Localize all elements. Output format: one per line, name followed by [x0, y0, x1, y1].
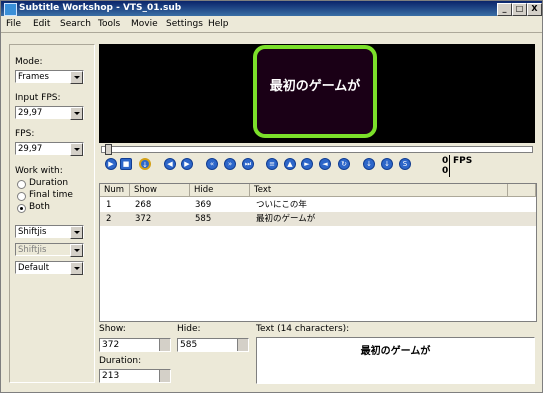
fps-current: 0 [442, 156, 449, 166]
video-frame-highlight: 最初のゲームが [253, 45, 377, 138]
maximize-button[interactable]: □ [512, 3, 527, 16]
download-button[interactable]: ↓ [139, 158, 151, 170]
cell-show: 372 [135, 214, 152, 224]
fps-total: 0 [442, 166, 449, 176]
sync-button[interactable]: ↻ [338, 158, 350, 170]
play-button[interactable]: ▶ [105, 158, 117, 170]
cell-text: ついにこの年 [256, 200, 307, 210]
cell-hide: 585 [195, 214, 212, 224]
spinner-icon[interactable] [237, 339, 248, 351]
title-bar[interactable]: Subtitle Workshop - VTS_01.sub _ □ X [1, 1, 542, 16]
app-icon [4, 3, 17, 16]
show-time-input[interactable]: 372 [99, 338, 171, 352]
input-fps-select[interactable]: 29,97 [15, 106, 84, 120]
set-show-button[interactable]: ↓ [363, 158, 375, 170]
menu-file[interactable]: File [6, 18, 21, 31]
charset-select-1[interactable]: Shiftjis [15, 225, 84, 239]
cell-num: 2 [106, 214, 112, 224]
fps-label: FPS [453, 156, 473, 166]
left-settings-panel: Mode: Frames Input FPS: 29,97 FPS: 29,97… [9, 44, 95, 383]
seek-thumb[interactable] [105, 144, 112, 155]
menu-search[interactable]: Search [60, 18, 91, 31]
chevron-down-icon [70, 244, 83, 257]
fps-select[interactable]: 29,97 [15, 142, 84, 156]
menu-edit[interactable]: Edit [33, 18, 50, 31]
spinner-icon[interactable] [159, 339, 170, 351]
cell-num: 1 [106, 200, 112, 210]
hide-time-input[interactable]: 585 [177, 338, 249, 352]
radio-both-label: Both [29, 202, 50, 212]
chevron-down-icon[interactable] [70, 262, 83, 275]
move-up-button[interactable]: ▲ [284, 158, 296, 170]
close-button[interactable]: X [527, 3, 542, 16]
cell-show: 268 [135, 200, 152, 210]
hide-label: Hide: [177, 324, 201, 334]
chevron-down-icon[interactable] [70, 226, 83, 239]
seek-bar[interactable] [101, 144, 533, 155]
fps-divider [449, 155, 450, 177]
work-with-label: Work with: [15, 166, 63, 176]
rewind-button[interactable]: « [206, 158, 218, 170]
menu-movie[interactable]: Movie [131, 18, 158, 31]
table-row-selected[interactable]: 2 372 585 最初のゲームが [100, 212, 536, 226]
window-title: Subtitle Workshop - VTS_01.sub [19, 3, 182, 13]
chevron-down-icon[interactable] [70, 107, 83, 120]
duration-label: Duration: [99, 356, 142, 366]
stop-button[interactable]: ■ [120, 158, 132, 170]
radio-duration[interactable] [17, 180, 26, 189]
fps-label: FPS: [15, 129, 35, 139]
mode-select[interactable]: Frames [15, 70, 84, 84]
col-show[interactable]: Show [130, 184, 190, 197]
duration-input[interactable]: 213 [99, 369, 171, 383]
forward-button[interactable]: ▶ [181, 158, 193, 170]
col-hide[interactable]: Hide [190, 184, 250, 197]
menu-settings[interactable]: Settings [166, 18, 203, 31]
col-extra [508, 184, 536, 197]
list-button[interactable]: ≡ [266, 158, 278, 170]
set-hide-button[interactable]: ↓ [381, 158, 393, 170]
charset-select-2: Shiftjis [15, 243, 84, 257]
input-fps-label: Input FPS: [15, 93, 61, 103]
radio-duration-label: Duration [29, 178, 69, 188]
spinner-icon[interactable] [159, 370, 170, 382]
text-label: Text (14 characters): [256, 324, 350, 334]
minimize-button[interactable]: _ [497, 3, 512, 16]
show-label: Show: [99, 324, 126, 334]
video-subtitle-text: 最初のゲームが [269, 79, 361, 94]
fast-forward-button[interactable]: » [224, 158, 236, 170]
radio-final-time-label: Final time [29, 190, 73, 200]
cell-hide: 369 [195, 200, 212, 210]
subtitle-text-editor[interactable]: 最初のゲームが [256, 337, 535, 384]
radio-both[interactable] [17, 204, 26, 213]
chevron-down-icon[interactable] [70, 143, 83, 156]
back-button[interactable]: ◀ [164, 158, 176, 170]
menu-bar: File Edit Search Tools Movie Settings He… [1, 17, 542, 33]
mode-label: Mode: [15, 57, 43, 67]
col-num[interactable]: Num [100, 184, 130, 197]
radio-final-time[interactable] [17, 192, 26, 201]
next-subtitle-button[interactable]: ⏭ [242, 158, 254, 170]
move-left-button[interactable]: ◄ [319, 158, 331, 170]
save-sync-button[interactable]: S [399, 158, 411, 170]
col-text[interactable]: Text [250, 184, 508, 197]
subtitle-grid: Num Show Hide Text 1 268 369 ついにこの年 2 37… [99, 183, 537, 322]
chevron-down-icon[interactable] [70, 71, 83, 84]
menu-help[interactable]: Help [208, 18, 229, 31]
app-window: Subtitle Workshop - VTS_01.sub _ □ X Fil… [0, 0, 543, 393]
table-row[interactable]: 1 268 369 ついにこの年 [100, 198, 536, 212]
cell-text: 最初のゲームが [256, 214, 316, 224]
format-select[interactable]: Default [15, 261, 84, 275]
move-right-button[interactable]: ► [301, 158, 313, 170]
menu-tools[interactable]: Tools [98, 18, 120, 31]
